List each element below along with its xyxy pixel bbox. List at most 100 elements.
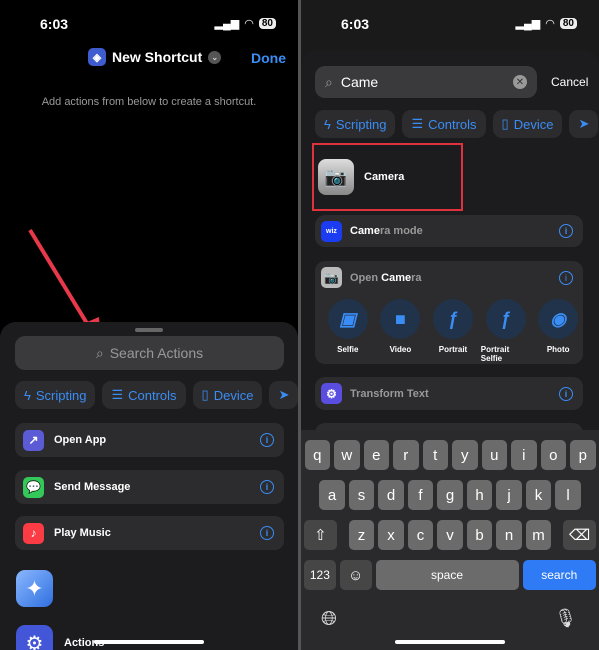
actions-app-icon[interactable]: ⚙ [16,625,53,650]
microphone-icon[interactable]: 🎙︎ [554,608,577,629]
cancel-button[interactable]: Cancel [551,75,588,89]
aperture-icon: ƒ [485,299,526,339]
key-p[interactable]: p [570,440,596,470]
key-y[interactable]: y [452,440,478,470]
sheet-grabber[interactable] [135,328,163,332]
option-label: Video [389,345,412,354]
rest-text: ra [411,271,422,284]
selfie-icon: ▣ [327,299,368,339]
option-portrait-selfie[interactable]: ƒ Portrait Selfie [481,299,531,363]
action-open-app[interactable]: ↗ Open App i [15,423,284,457]
rest-text: ra mode [379,225,423,237]
maps-app-icon[interactable]: ✦ [16,570,53,607]
info-icon[interactable]: i [260,480,274,494]
key-a[interactable]: a [319,480,345,510]
key-j[interactable]: j [496,480,522,510]
chip-label: Scripting [335,116,387,132]
key-l[interactable]: l [555,480,581,510]
key-h[interactable]: h [466,480,493,510]
hint-text: Add actions from below to create a short… [41,96,257,108]
chip-controls[interactable]: ☰ Controls [102,381,186,409]
key-m[interactable]: m [525,520,552,550]
camera-label: Camera [364,171,405,183]
clear-icon[interactable]: ✕ [513,75,527,89]
space-key[interactable]: space [375,560,519,590]
scripting-icon: ϟ [24,387,31,403]
video-icon: ■ [380,299,421,339]
row-label: Play Music [54,527,111,539]
action-open-camera[interactable]: 📷 Open Camera i ▣ Selfie ■ Video ƒ Portrait … [315,261,583,364]
action-send-message[interactable]: 💬 Send Message i [15,470,284,504]
option-label: Portrait Selfie [480,345,510,363]
emoji-key[interactable]: ☺ [339,560,372,590]
key-d[interactable]: d [378,480,404,510]
search-input[interactable]: ⌕ Came ✕ [315,66,537,98]
search-placeholder: Search Actions [109,345,204,361]
key-s[interactable]: s [348,480,375,510]
key-z[interactable]: z [348,520,375,550]
info-icon[interactable]: i [559,224,573,238]
shortcut-title[interactable]: ◈ New Shortcut ⌄ [88,48,222,66]
option-photo[interactable]: ◉ Photo [533,299,583,363]
key-i[interactable]: i [511,440,537,470]
key-v[interactable]: v [437,520,463,550]
info-icon[interactable]: i [260,526,274,540]
chip-location[interactable]: ➤ [269,381,298,409]
chip-label: Controls [128,387,177,403]
chip-scripting[interactable]: ϟ Scripting [315,110,396,138]
search-value: Came [340,74,379,90]
key-b[interactable]: b [466,520,493,550]
actions-sheet: ⌕ Search Actions ϟ Scripting ☰ Controls ▯ De… [0,322,298,650]
delete-key[interactable]: ⌫ [563,520,596,550]
shift-key[interactable]: ⇧ [304,520,337,550]
info-icon[interactable]: i [559,271,573,285]
chip-device[interactable]: ▯ Device [492,110,563,138]
action-camera-mode[interactable]: wiz Camera mode i [315,215,583,247]
key-g[interactable]: g [437,480,463,510]
chip-label: Device [213,387,254,403]
key-w[interactable]: w [334,440,360,470]
chevron-down-icon[interactable]: ⌄ [208,50,222,64]
chip-device[interactable]: ▯ Device [192,381,263,409]
scripting-icon: ϟ [324,116,331,132]
chip-scripting[interactable]: ϟ Scripting [15,381,96,409]
globe-icon[interactable]: 🌐︎ [321,608,337,631]
device-icon: ▯ [201,387,209,402]
open-app-icon: ↗ [23,429,44,451]
key-t[interactable]: t [422,440,448,470]
row-label: Open App [54,434,107,446]
chip-label: Scripting [35,387,87,403]
time: 6:03 [40,16,69,32]
search-actions-input[interactable]: ⌕ Search Actions [15,336,284,370]
key-c[interactable]: c [407,520,434,550]
action-play-music[interactable]: ♪ Play Music i [15,516,284,550]
chip-location[interactable]: ➤ [569,110,599,138]
messages-icon: 💬 [23,476,44,498]
key-f[interactable]: f [407,480,434,510]
prefix-text: Open [350,271,382,284]
action-transform-text[interactable]: ⚙ Transform Text i [315,377,583,410]
battery-icon: 80 [258,18,276,29]
key-x[interactable]: x [378,520,404,550]
key-r[interactable]: r [393,440,419,470]
done-button[interactable]: Done [251,50,286,66]
option-portrait[interactable]: ƒ Portrait [428,299,478,363]
key-n[interactable]: n [496,520,522,550]
row-label: Send Message [54,481,131,493]
key-o[interactable]: o [540,440,566,470]
battery-icon: 80 [559,18,577,29]
info-icon[interactable]: i [260,433,274,447]
key-k[interactable]: k [525,480,552,510]
info-icon[interactable]: i [559,386,573,401]
search-key[interactable]: search [522,560,596,590]
key-u[interactable]: u [481,440,507,470]
camera-result[interactable]: 📷 Camera [312,143,463,211]
key-e[interactable]: e [363,440,389,470]
actions-app-icon: ⚙ [321,383,342,404]
option-selfie[interactable]: ▣ Selfie [323,299,373,363]
numbers-key[interactable]: 123 [304,560,336,590]
option-video[interactable]: ■ Video [376,299,426,363]
key-q[interactable]: q [304,440,330,470]
wifi-icon: ◠ [244,18,254,30]
chip-controls[interactable]: ☰ Controls [402,110,486,138]
